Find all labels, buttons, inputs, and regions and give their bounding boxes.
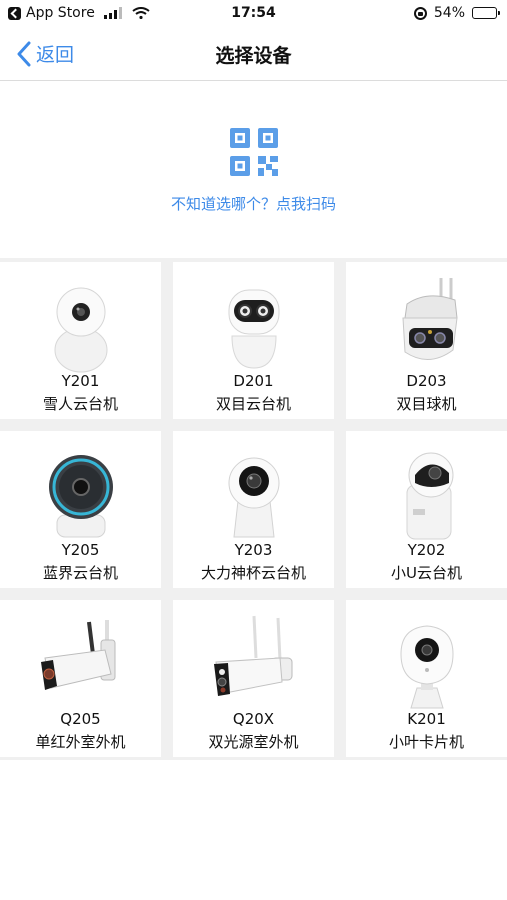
device-grid: Y201 雪人云台机 D201 双目云台机 D203 双目球机 Y205 蓝界云… [0, 262, 507, 757]
device-card-d201[interactable]: D201 双目云台机 [173, 262, 334, 419]
device-card-q205[interactable]: Q205 单红外室外机 [0, 600, 161, 757]
device-model: Q205 [60, 710, 101, 728]
dual-lens-ptz-camera-icon [228, 289, 279, 369]
battery-percent: 54% [433, 5, 465, 21]
device-name: 雪人云台机 [42, 395, 118, 413]
device-name: 小叶卡片机 [388, 733, 464, 751]
dual-lens-dome-camera-icon [401, 278, 458, 360]
scan-qr-link[interactable]: 不知道选哪个？点我扫码 [0, 193, 507, 214]
device-card-d203[interactable]: D203 双目球机 [346, 262, 507, 419]
qr-code-icon[interactable] [229, 127, 279, 177]
device-card-y201[interactable]: Y201 雪人云台机 [0, 262, 161, 419]
device-name: 蓝界云台机 [42, 564, 118, 582]
device-name: 大力神杯云台机 [200, 564, 306, 582]
device-name: 单红外室外机 [35, 733, 126, 751]
device-model: Y201 [61, 372, 100, 390]
device-card-k201[interactable]: K201 小叶卡片机 [346, 600, 507, 757]
cup-ptz-camera-icon [228, 457, 279, 538]
blue-ring-ptz-camera-icon [48, 455, 113, 538]
battery-icon [472, 7, 500, 19]
status-bar: App Store 17:54 54% [0, 0, 507, 28]
device-name: 双目云台机 [215, 395, 291, 413]
device-card-q20x[interactable]: Q20X 双光源室外机 [173, 600, 334, 757]
card-camera-icon [399, 625, 454, 709]
small-u-ptz-camera-icon [406, 452, 453, 540]
device-model: D201 [233, 372, 274, 390]
device-model: D203 [406, 372, 447, 390]
device-card-y203[interactable]: Y203 大力神杯云台机 [173, 431, 334, 588]
rotation-lock-icon [413, 6, 427, 20]
status-right: 54% [413, 5, 500, 21]
device-model: K201 [407, 710, 446, 728]
outdoor-bullet-camera-icon [40, 620, 115, 690]
device-model: Y203 [234, 541, 273, 559]
device-model: Q20X [232, 710, 275, 728]
device-name: 双目球机 [396, 395, 457, 413]
device-card-y205[interactable]: Y205 蓝界云台机 [0, 431, 161, 588]
device-card-y202[interactable]: Y202 小U云台机 [346, 431, 507, 588]
dual-light-bullet-camera-icon [213, 615, 292, 696]
snowman-ptz-camera-icon [54, 287, 107, 373]
device-model: Y205 [61, 541, 100, 559]
navigation-bar: 返回 选择设备 [0, 28, 507, 81]
device-name: 小U云台机 [391, 564, 462, 582]
device-model: Y202 [407, 541, 446, 559]
device-name: 双光源室外机 [208, 733, 299, 751]
page-title: 选择设备 [215, 45, 292, 67]
